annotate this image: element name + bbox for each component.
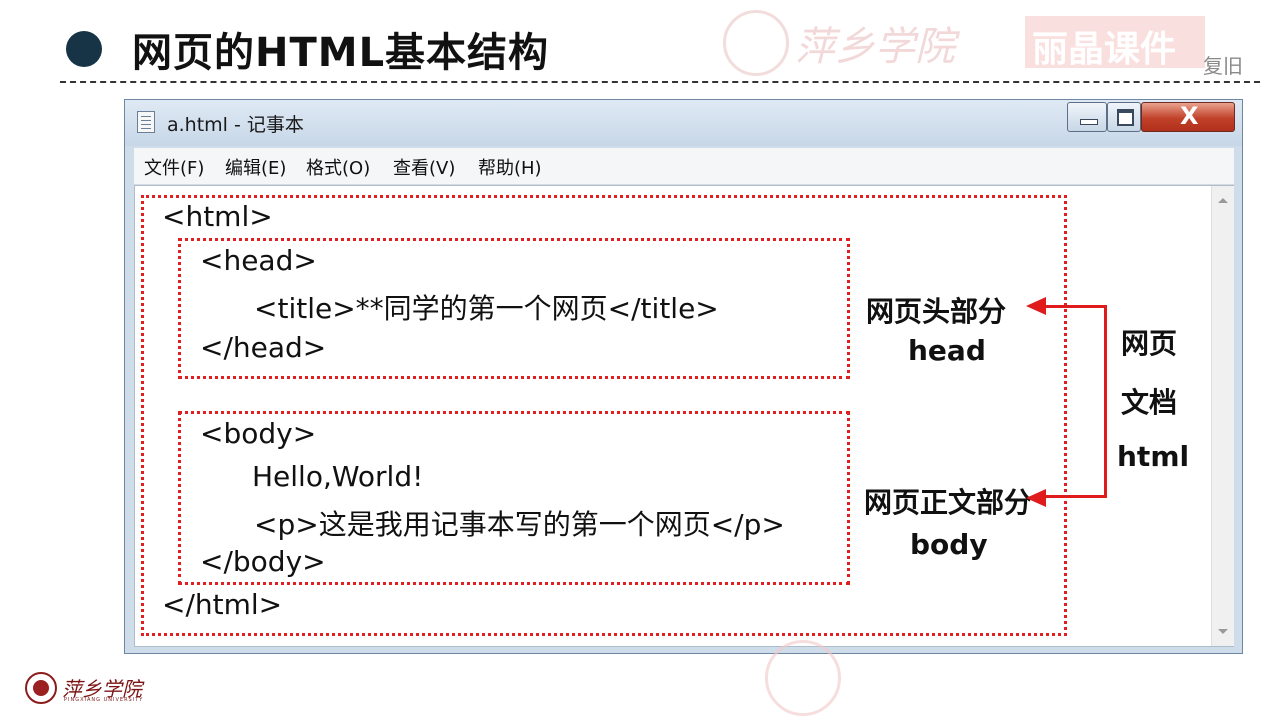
code-line-html-open: <html> [162,200,273,233]
code-line-body-close: </body> [200,545,326,578]
code-line-html-close: </html> [162,588,283,621]
notepad-app-icon [137,111,155,133]
close-button[interactable]: X [1141,102,1235,132]
notepad-titlebar[interactable]: a.html - 记事本 X [125,100,1242,146]
maximize-icon [1117,109,1134,126]
code-line-body-open: <body> [200,417,317,450]
code-line-head-close: </head> [200,331,327,364]
minimize-button[interactable] [1067,102,1107,132]
restore-link[interactable]: 复旧 [1203,50,1243,79]
footer-sub: PINGXIANG UNIVERSITY [64,697,144,703]
slide-title: 网页的HTML基本结构 [132,30,550,76]
body-label-en: body [910,528,988,561]
doc-label-line3: html [1117,440,1190,473]
doc-label-line1: 网页 [1121,327,1178,360]
menu-help[interactable]: 帮助(H) [478,154,542,180]
notepad-window-title: a.html - 记事本 [167,114,304,136]
brand-seal-icon [723,10,789,76]
menu-edit[interactable]: 编辑(E) [225,154,286,180]
arrow-to-head-icon [1026,297,1046,315]
brand-watermark-text: 萍乡学院 [795,24,955,70]
html-bracket [1045,305,1107,498]
brand-watermark: 萍乡学院 [715,6,1015,76]
close-icon: X [1180,102,1199,130]
background-seal-watermark [765,640,841,716]
code-line-hello: Hello,World! [252,460,424,493]
body-label-cn: 网页正文部分 [864,486,1033,519]
code-line-title: <title>**同学的第一个网页</title> [254,292,719,325]
title-bullet [66,31,102,67]
head-label-cn: 网页头部分 [866,295,1007,328]
notepad-menubar: 文件(F) 编辑(E) 格式(O) 查看(V) 帮助(H) [134,148,1234,185]
maximize-button[interactable] [1107,102,1141,132]
header-divider [60,81,1260,83]
minimize-icon [1080,119,1098,125]
doc-label-line2: 文档 [1121,386,1178,419]
courseware-watermark: 丽晶课件 [1032,29,1177,70]
arrow-to-body-icon [1026,489,1046,507]
code-line-paragraph: <p>这是我用记事本写的第一个网页</p> [254,508,785,541]
vertical-scrollbar[interactable] [1211,186,1234,646]
scroll-down-arrow-icon[interactable] [1218,629,1228,634]
menu-format[interactable]: 格式(O) [306,154,370,180]
scroll-up-arrow-icon[interactable] [1218,198,1228,203]
head-label-en: head [908,334,986,367]
footer-logo-seal-icon [25,672,57,704]
menu-view[interactable]: 查看(V) [393,154,455,180]
menu-file[interactable]: 文件(F) [144,154,204,180]
code-line-head-open: <head> [200,244,317,277]
